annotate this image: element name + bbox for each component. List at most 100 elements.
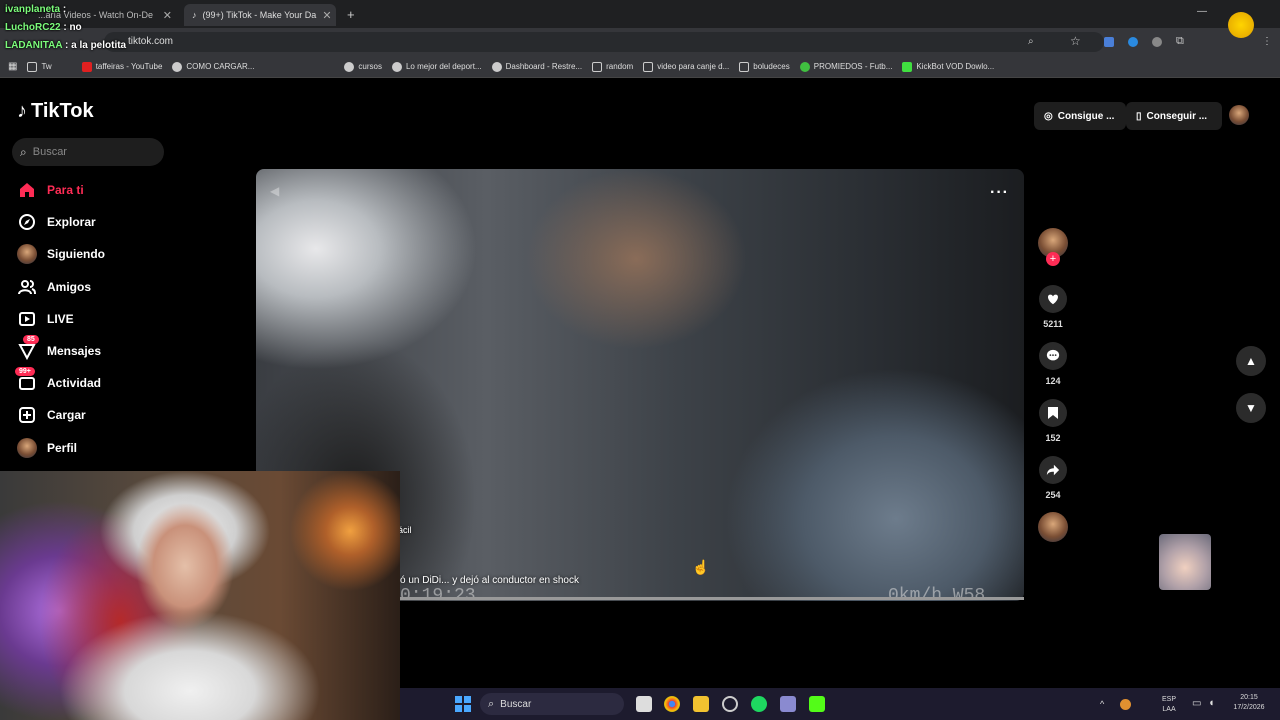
bookmark-star-icon[interactable]: ☆ (1070, 34, 1081, 48)
save-count: 152 (1045, 433, 1061, 443)
bookmark-item[interactable]: KickBot VOD Dowlo... (902, 61, 994, 72)
creator-avatar[interactable]: + (1038, 228, 1068, 266)
zoom-icon[interactable]: ⌕ (1028, 36, 1034, 47)
obs-icon[interactable] (722, 696, 738, 712)
sidebar-item-cargar[interactable]: Cargar (17, 403, 86, 427)
bookmark-item[interactable]: Lo mejor del deport... (391, 61, 482, 72)
profile-avatar[interactable] (1229, 105, 1249, 125)
clock[interactable]: 20:15 17/2/2026 (1226, 693, 1272, 713)
next-video-button[interactable]: ▼ (1236, 393, 1266, 423)
tiktok-favicon-icon: ♪ (192, 10, 197, 20)
network-icon[interactable]: ▭ (1192, 698, 1201, 709)
compass-icon (17, 212, 37, 232)
windows-start-icon[interactable] (455, 696, 471, 712)
globe-icon (491, 61, 502, 72)
video-caption: ó un DiDi... y dejó al conductor en shoc… (400, 575, 579, 586)
bookmark-item[interactable]: video para canje d... (643, 61, 729, 72)
search-input[interactable]: ⌕ Buscar (12, 138, 164, 166)
folder-icon (592, 61, 603, 72)
close-icon[interactable]: ✕ (163, 9, 172, 22)
bookmark-item[interactable]: Dashboard - Restre... (491, 61, 582, 72)
sidebar-item-siguiendo[interactable]: Siguiendo (17, 242, 105, 266)
sidebar-item-mensajes[interactable]: 85 Mensajes (17, 335, 101, 363)
volume-icon[interactable]: ◀ (270, 184, 279, 198)
bookmark-item[interactable]: taffeiras - YouTube (81, 61, 162, 72)
tiktok-logo[interactable]: ♪ TikTok (17, 100, 94, 123)
chat-message: LADANITAA : a la pelotita (5, 40, 127, 51)
folder-icon (643, 61, 654, 72)
share-icon (1039, 456, 1067, 484)
sidebar-item-amigos[interactable]: Amigos (17, 275, 91, 299)
upload-icon (17, 405, 37, 425)
more-options-icon[interactable]: ··· (990, 184, 1009, 202)
kick-icon[interactable] (809, 696, 825, 712)
extension-icon[interactable] (1152, 37, 1162, 47)
volume-icon[interactable]: ◖ (1208, 697, 1215, 709)
bookmark-item[interactable]: cursos (344, 61, 382, 72)
menu-kebab-icon[interactable]: ⋮ (1262, 36, 1272, 47)
activity-icon: 99+ (15, 367, 37, 393)
extension-icon[interactable] (1128, 37, 1138, 47)
taskbar-search-input[interactable]: ⌕ Buscar (480, 693, 624, 715)
tray-chevron-up-icon[interactable]: ^ (1100, 699, 1104, 709)
like-button[interactable]: 5211 (1038, 285, 1068, 329)
sidebar-item-explorar[interactable]: Explorar (17, 210, 96, 234)
sidebar-item-perfil[interactable]: Perfil (17, 436, 77, 460)
bookmark-item[interactable]: COMO CARGAR... (172, 61, 254, 72)
bookmark-item[interactable]: Tw (27, 61, 52, 72)
share-button[interactable]: 254 (1038, 456, 1068, 500)
following-avatar-icon (17, 244, 37, 264)
store-icon[interactable] (780, 696, 796, 712)
messages-badge: 85 (23, 335, 39, 344)
kick-icon (902, 61, 913, 72)
file-explorer-icon[interactable] (693, 696, 709, 712)
comment-count: 124 (1045, 376, 1061, 386)
bookmark-item[interactable]: PROMIEDOS - Futb... (799, 61, 892, 72)
follow-plus-icon[interactable]: + (1046, 252, 1060, 266)
coin-icon: ◎ (1044, 110, 1053, 122)
sidebar-item-live[interactable]: LIVE (17, 307, 74, 331)
tab-tiktok[interactable]: ♪ (99+) TikTok - Make Your Da ✕ (184, 4, 336, 26)
folder-icon (27, 61, 38, 72)
task-view-icon[interactable] (636, 696, 652, 712)
spotify-icon[interactable] (751, 696, 767, 712)
previous-video-button[interactable]: ▲ (1236, 346, 1266, 376)
close-icon[interactable]: ✕ (322, 9, 331, 22)
globe-icon (391, 61, 402, 72)
tab-title: (99+) TikTok - Make Your Da (202, 10, 317, 20)
live-icon (17, 309, 37, 329)
profile-avatar-icon (17, 438, 37, 458)
tiktok-note-icon: ♪ (17, 100, 27, 122)
messages-icon: 85 (17, 335, 39, 361)
apps-grid-icon[interactable]: ▦ (8, 61, 17, 72)
url-text: tiktok.com (128, 36, 174, 47)
activity-badge: 99+ (15, 367, 35, 376)
save-button[interactable]: 152 (1038, 399, 1068, 443)
url-field[interactable] (104, 32, 1104, 52)
comment-button[interactable]: 124 (1038, 342, 1068, 386)
extension-icon[interactable] (1104, 37, 1114, 47)
phone-icon: ▯ (1136, 110, 1142, 122)
home-icon (17, 180, 37, 200)
minimize-icon[interactable]: — (1197, 6, 1207, 17)
get-app-button[interactable]: ▯ Conseguir ... (1126, 102, 1222, 130)
bookmark-item[interactable]: boludeces (739, 61, 790, 72)
webcam-overlay (0, 471, 400, 720)
extensions-puzzle-icon[interactable]: ⧉ (1176, 35, 1184, 48)
chevron-down-icon: ▼ (1245, 401, 1257, 415)
sound-avatar[interactable] (1038, 512, 1068, 542)
sidebar-item-actividad[interactable]: 99+ Actividad (15, 367, 101, 395)
video-tag: ácil (398, 525, 412, 535)
get-coins-button[interactable]: ◎ Consigue ... (1034, 102, 1126, 130)
search-icon: ⌕ (488, 697, 495, 710)
chrome-icon[interactable] (664, 696, 680, 712)
video-time-overlay: 0:19:23 (400, 586, 476, 606)
sidebar-item-para-ti[interactable]: Para ti (17, 178, 84, 202)
language-indicator[interactable]: ESP LAA (1162, 695, 1176, 715)
emote-avatar-icon (1228, 12, 1254, 38)
tray-app-icon[interactable] (1120, 699, 1131, 710)
bookmark-item[interactable]: random (592, 61, 633, 72)
new-tab-icon[interactable]: + (347, 7, 355, 22)
search-placeholder: Buscar (32, 146, 67, 158)
emote-overlay (1159, 534, 1211, 590)
